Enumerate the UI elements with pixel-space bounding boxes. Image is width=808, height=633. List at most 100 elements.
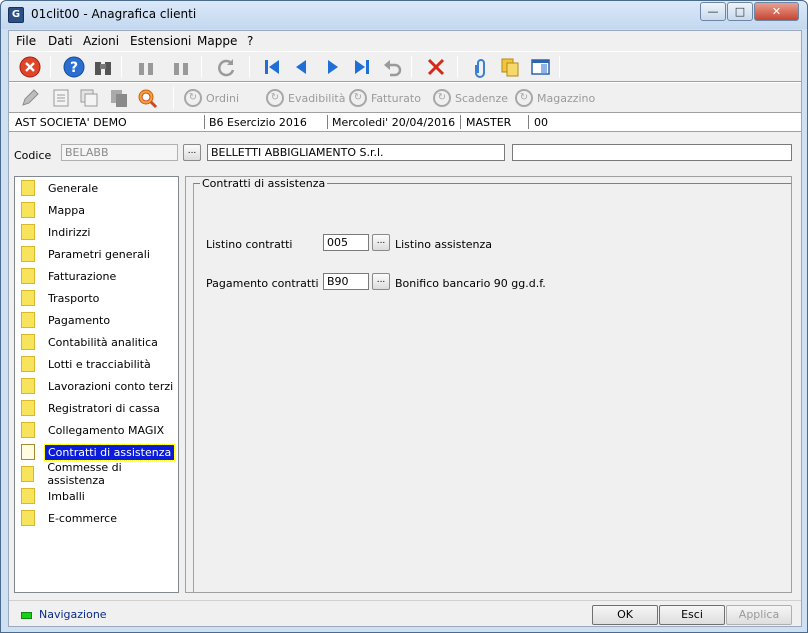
tree-item-label: Pagamento xyxy=(48,313,111,327)
info-divider xyxy=(204,115,205,129)
tree-item[interactable]: Trasporto xyxy=(21,288,102,308)
last-record-icon[interactable] xyxy=(350,55,374,79)
tree-item-label: Collegamento MAGIX xyxy=(48,423,165,437)
copy-icon[interactable] xyxy=(107,86,131,110)
link-scadenze[interactable]: ↻ Scadenze xyxy=(433,89,508,107)
company-name: AST SOCIETA' DEMO xyxy=(15,116,127,129)
menu-dati[interactable]: Dati xyxy=(48,34,73,48)
folder-icon xyxy=(21,422,35,438)
binoculars-icon[interactable] xyxy=(91,55,115,79)
exit-icon[interactable] xyxy=(18,55,42,79)
next-record-icon[interactable] xyxy=(321,55,345,79)
tree-item-label: Lotti e tracciabilità xyxy=(48,357,151,371)
menu-help[interactable]: ? xyxy=(247,34,253,48)
menu-file[interactable]: File xyxy=(16,34,36,48)
folder-icon xyxy=(21,180,35,196)
tree-item[interactable]: Pagamento xyxy=(21,310,113,330)
applica-button[interactable]: Applica xyxy=(726,605,792,625)
codice-field[interactable]: BELABB xyxy=(61,144,178,161)
pagamento-field[interactable]: B90 xyxy=(323,273,369,290)
menu-mappe[interactable]: Mappe xyxy=(197,34,237,48)
minimize-button[interactable]: — xyxy=(700,2,726,21)
edit-pencil-icon[interactable] xyxy=(18,86,42,110)
tree-item[interactable]: Contabilità analitica xyxy=(21,332,161,352)
client-area: File Dati Azioni Estensioni Mappe ? ? ↻ … xyxy=(8,30,802,627)
codice-label: Codice xyxy=(14,149,52,162)
form-icon[interactable] xyxy=(49,86,73,110)
find-prev-icon[interactable] xyxy=(134,55,158,79)
toolbar-separator xyxy=(121,56,122,78)
first-record-icon[interactable] xyxy=(260,55,284,79)
tree-item[interactable]: Lotti e tracciabilità xyxy=(21,354,154,374)
help-icon[interactable]: ? xyxy=(62,55,86,79)
tree-item[interactable]: Generale xyxy=(21,178,101,198)
tree-item[interactable]: Mappa xyxy=(21,200,88,220)
esci-button[interactable]: Esci xyxy=(659,605,725,625)
refresh-icon[interactable] xyxy=(214,55,238,79)
client-extra-field[interactable] xyxy=(512,144,792,161)
toolbar-separator xyxy=(249,56,250,78)
delete-icon[interactable] xyxy=(424,55,448,79)
client-name-field[interactable]: BELLETTI ABBIGLIAMENTO S.r.l. xyxy=(207,144,505,161)
section-tree: Generale Mappa Indirizzi Parametri generali… xyxy=(14,176,179,593)
tree-item-label: Fatturazione xyxy=(48,269,117,283)
info-divider xyxy=(460,115,461,129)
tree-item[interactable]: Parametri generali xyxy=(21,244,153,264)
ok-button[interactable]: OK xyxy=(592,605,658,625)
prev-record-icon[interactable] xyxy=(289,55,313,79)
tree-item-label: Indirizzi xyxy=(48,225,91,239)
link-evadibilita[interactable]: ↻ Evadibilità xyxy=(266,89,345,107)
pagamento-lookup-button[interactable]: ... xyxy=(372,273,390,290)
attachment-icon[interactable] xyxy=(468,55,492,79)
tree-item[interactable]: Commesse di assistenza xyxy=(21,461,178,487)
tree-item-label: Parametri generali xyxy=(48,247,150,261)
tree-item[interactable]: Indirizzi xyxy=(21,222,93,242)
tree-item[interactable]: Lavorazioni conto terzi xyxy=(21,376,176,396)
folder-icon xyxy=(21,488,35,504)
content-panel: Contratti di assistenza Listino contratt… xyxy=(185,176,792,593)
tree-item[interactable]: E-commerce xyxy=(21,508,120,528)
svg-text:?: ? xyxy=(70,60,78,76)
circle-arrow-icon: ↻ xyxy=(433,89,451,107)
toolbar-separator xyxy=(411,56,412,78)
listino-lookup-button[interactable]: ... xyxy=(372,234,390,251)
app-window: G 01clit00 - Anagrafica clienti — □ ✕ Fi… xyxy=(0,0,808,633)
tree-item[interactable]: Imballi xyxy=(21,486,88,506)
toolbar-separator xyxy=(457,56,458,78)
pagamento-label: Pagamento contratti xyxy=(206,277,319,290)
app-icon: G xyxy=(8,7,24,23)
info-bar: AST SOCIETA' DEMO B6 Esercizio 2016 Merc… xyxy=(9,113,801,132)
documents-icon[interactable] xyxy=(498,55,522,79)
secondary-toolbar: ↻ Ordini ↻ Evadibilità ↻ Fatturato ↻ Scadenz… xyxy=(9,82,801,113)
maximize-button[interactable]: □ xyxy=(727,2,753,21)
find-next-icon[interactable] xyxy=(169,55,193,79)
exercise: B6 Esercizio 2016 xyxy=(209,116,307,129)
tree-item[interactable]: Registratori di cassa xyxy=(21,398,163,418)
link-fatturato[interactable]: ↻ Fatturato xyxy=(349,89,421,107)
search-face-icon[interactable] xyxy=(135,86,159,110)
link-ordini[interactable]: ↻ Ordini xyxy=(184,89,239,107)
menu-bar: File Dati Azioni Estensioni Mappe ? xyxy=(9,31,801,51)
tree-item[interactable]: Contratti di assistenza xyxy=(21,442,176,462)
codice-lookup-button[interactable]: ... xyxy=(183,144,201,161)
close-button[interactable]: ✕ xyxy=(754,2,799,21)
listino-description: Listino assistenza xyxy=(395,238,493,251)
folder-icon xyxy=(21,202,35,218)
folder-icon xyxy=(21,268,35,284)
user-name: MASTER xyxy=(466,116,512,129)
tree-item[interactable]: Fatturazione xyxy=(21,266,119,286)
list-icon[interactable] xyxy=(77,86,101,110)
link-magazzino[interactable]: ↻ Magazzino xyxy=(515,89,595,107)
undo-icon[interactable] xyxy=(380,55,404,79)
menu-azioni[interactable]: Azioni xyxy=(83,34,119,48)
window-layout-icon[interactable] xyxy=(528,55,552,79)
tree-item-label: Generale xyxy=(48,181,99,195)
circle-arrow-icon: ↻ xyxy=(349,89,367,107)
folder-icon xyxy=(21,400,35,416)
contratti-group: Contratti di assistenza Listino contratt… xyxy=(193,177,792,593)
group-title: Contratti di assistenza xyxy=(200,177,328,190)
listino-field[interactable]: 005 xyxy=(323,234,369,251)
tree-item[interactable]: Collegamento MAGIX xyxy=(21,420,167,440)
folder-icon xyxy=(21,510,35,526)
menu-estensioni[interactable]: Estensioni xyxy=(130,34,191,48)
